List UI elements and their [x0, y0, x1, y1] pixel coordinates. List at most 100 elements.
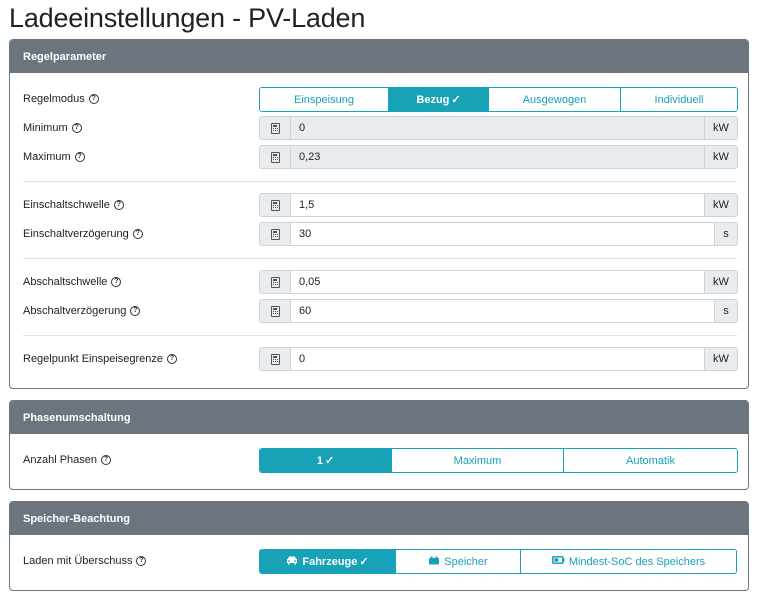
question-circle-icon[interactable]: ? [74, 152, 85, 162]
question-circle-icon[interactable]: ? [71, 123, 82, 133]
question-circle-icon[interactable]: ? [136, 556, 147, 566]
phasenumschaltung-header[interactable]: Phasenumschaltung [10, 401, 748, 434]
maximum-input[interactable]: 0,23 [291, 145, 705, 169]
regelmodus-einspeisung-button[interactable]: Einspeisung [260, 88, 389, 111]
maximum-input-group: 0,23 kW [259, 145, 738, 169]
individuell-label: Individuell [654, 93, 704, 106]
anzahl-phasen-row: Anzahl Phasen ? 1 ✓ Maximum Automatik [10, 448, 748, 473]
calculator-icon [270, 122, 280, 134]
calculator-button[interactable] [259, 145, 291, 169]
regelpunkt-label-text: Regelpunkt Einspeisegrenze [23, 353, 164, 365]
check-icon: ✓ [324, 455, 335, 467]
minimum-label: Minimum ? [23, 116, 82, 140]
calculator-icon [270, 276, 280, 288]
phasen-1-button[interactable]: 1 ✓ [260, 449, 392, 472]
speicher-label: Speicher [444, 555, 488, 568]
regelmodus-label-text: Regelmodus [23, 93, 85, 105]
ausgewogen-label: Ausgewogen [522, 93, 587, 106]
divider [23, 335, 737, 336]
abschaltverzoegerung-input-group: 60 s [259, 299, 738, 323]
calculator-icon [270, 151, 280, 163]
einschaltschwelle-value: 1,5 [299, 199, 315, 211]
abschaltschwelle-value: 0,05 [299, 276, 321, 288]
calculator-button[interactable] [259, 116, 291, 140]
question-circle-icon[interactable]: ? [113, 200, 124, 210]
einschaltverzoegerung-label: Einschaltverzögerung ? [23, 222, 143, 246]
fahrzeuge-button[interactable]: Fahrzeuge ✓ [260, 550, 396, 573]
check-icon: ✓ [359, 556, 369, 568]
speicher-button[interactable]: Speicher [396, 550, 521, 573]
laden-ueberschuss-label-text: Laden mit Überschuss [23, 555, 133, 567]
speicher-header[interactable]: Speicher-Beachtung [10, 502, 748, 535]
phasenumschaltung-card: Phasenumschaltung Anzahl Phasen ? 1 ✓ Max… [9, 400, 749, 490]
regelmodus-row: Regelmodus ? Einspeisung Bezug ✓ Ausgewog… [10, 87, 748, 112]
abschaltschwelle-input-group: 0,05 kW [259, 270, 738, 294]
question-circle-icon[interactable]: ? [132, 229, 143, 239]
einschaltverzoegerung-input-group: 30 s [259, 222, 738, 246]
calculator-icon [270, 228, 280, 240]
regelmodus-label: Regelmodus ? [23, 87, 99, 111]
regelpunkt-label: Regelpunkt Einspeisegrenze ? [23, 347, 178, 371]
regelpunkt-row: Regelpunkt Einspeisegrenze ? 0 kW [10, 347, 748, 371]
regelmodus-ausgewogen-button[interactable]: Ausgewogen [489, 88, 621, 111]
anzahl-phasen-label-text: Anzahl Phasen [23, 454, 97, 466]
phasen-maximum-button[interactable]: Maximum [392, 449, 564, 472]
phasen-automatik-button[interactable]: Automatik [564, 449, 737, 472]
calculator-button[interactable] [259, 270, 291, 294]
einschaltverzoegerung-input[interactable]: 30 [291, 222, 715, 246]
question-circle-icon[interactable]: ? [101, 455, 111, 465]
einspeisung-label: Einspeisung [294, 93, 354, 106]
question-circle-icon[interactable]: ? [111, 277, 122, 287]
calculator-button[interactable] [259, 222, 291, 246]
abschaltverzoegerung-input[interactable]: 60 [291, 299, 715, 323]
calculator-button[interactable] [259, 347, 291, 371]
mindest-soc-label: Mindest-SoC des Speichers [568, 555, 706, 568]
bezug-label: Bezug [416, 93, 450, 106]
speicher-card: Speicher-Beachtung Laden mit Überschuss … [9, 501, 749, 591]
regelpunkt-input-group: 0 kW [259, 347, 738, 371]
calculator-icon [270, 305, 280, 317]
einschaltverzoegerung-label-text: Einschaltverzögerung [23, 228, 129, 240]
question-circle-icon[interactable]: ? [167, 354, 178, 364]
abschaltschwelle-input[interactable]: 0,05 [291, 270, 705, 294]
calculator-icon [270, 199, 280, 211]
maximum-label-text: Maximum [23, 151, 71, 163]
phasen-1-label: 1 [316, 454, 323, 467]
page-title: Ladeeinstellungen - PV-Laden [9, 3, 366, 33]
einschaltschwelle-unit: kW [705, 193, 738, 217]
car-battery-icon [428, 556, 440, 568]
abschaltverzoegerung-label-text: Abschaltverzögerung [23, 305, 127, 317]
regelparameter-header[interactable]: Regelparameter [10, 40, 748, 73]
einschaltverzoegerung-value: 30 [299, 228, 312, 240]
minimum-value: 0 [299, 122, 306, 134]
regelpunkt-input[interactable]: 0 [291, 347, 705, 371]
regelpunkt-unit: kW [705, 347, 738, 371]
einschaltverzoegerung-unit: s [715, 222, 738, 246]
minimum-label-text: Minimum [23, 122, 68, 134]
laden-ueberschuss-label: Laden mit Überschuss ? [23, 549, 147, 573]
minimum-unit: kW [705, 116, 738, 140]
question-circle-icon[interactable]: ? [130, 306, 141, 316]
battery-half-icon [551, 556, 565, 567]
einschaltschwelle-input-group: 1,5 kW [259, 193, 738, 217]
mindest-soc-button[interactable]: Mindest-SoC des Speichers [521, 550, 736, 573]
question-circle-icon[interactable]: ? [88, 94, 99, 104]
minimum-input[interactable]: 0 [291, 116, 705, 140]
maximum-row: Maximum ? 0,23 kW [10, 145, 748, 169]
einschaltschwelle-input[interactable]: 1,5 [291, 193, 705, 217]
phasen-automatik-label: Automatik [626, 454, 675, 467]
regelparameter-card: Regelparameter Regelmodus ? Einspeisung … [9, 39, 749, 389]
regelmodus-individuell-button[interactable]: Individuell [621, 88, 737, 111]
regelpunkt-value: 0 [299, 353, 306, 365]
calculator-icon [270, 353, 280, 365]
laden-ueberschuss-row: Laden mit Überschuss ? Fahrzeuge ✓ Speich… [10, 549, 748, 574]
einschaltverzoegerung-row: Einschaltverzögerung ? 30 s [10, 222, 748, 246]
calculator-button[interactable] [259, 299, 291, 323]
calculator-button[interactable] [259, 193, 291, 217]
anzahl-phasen-button-group: 1 ✓ Maximum Automatik [259, 448, 738, 473]
laden-ueberschuss-button-group: Fahrzeuge ✓ Speicher Mindest-SoC des Spei… [259, 549, 737, 574]
regelmodus-bezug-button[interactable]: Bezug ✓ [389, 88, 489, 111]
divider [23, 181, 737, 182]
car-icon [286, 555, 298, 568]
abschaltschwelle-unit: kW [705, 270, 738, 294]
